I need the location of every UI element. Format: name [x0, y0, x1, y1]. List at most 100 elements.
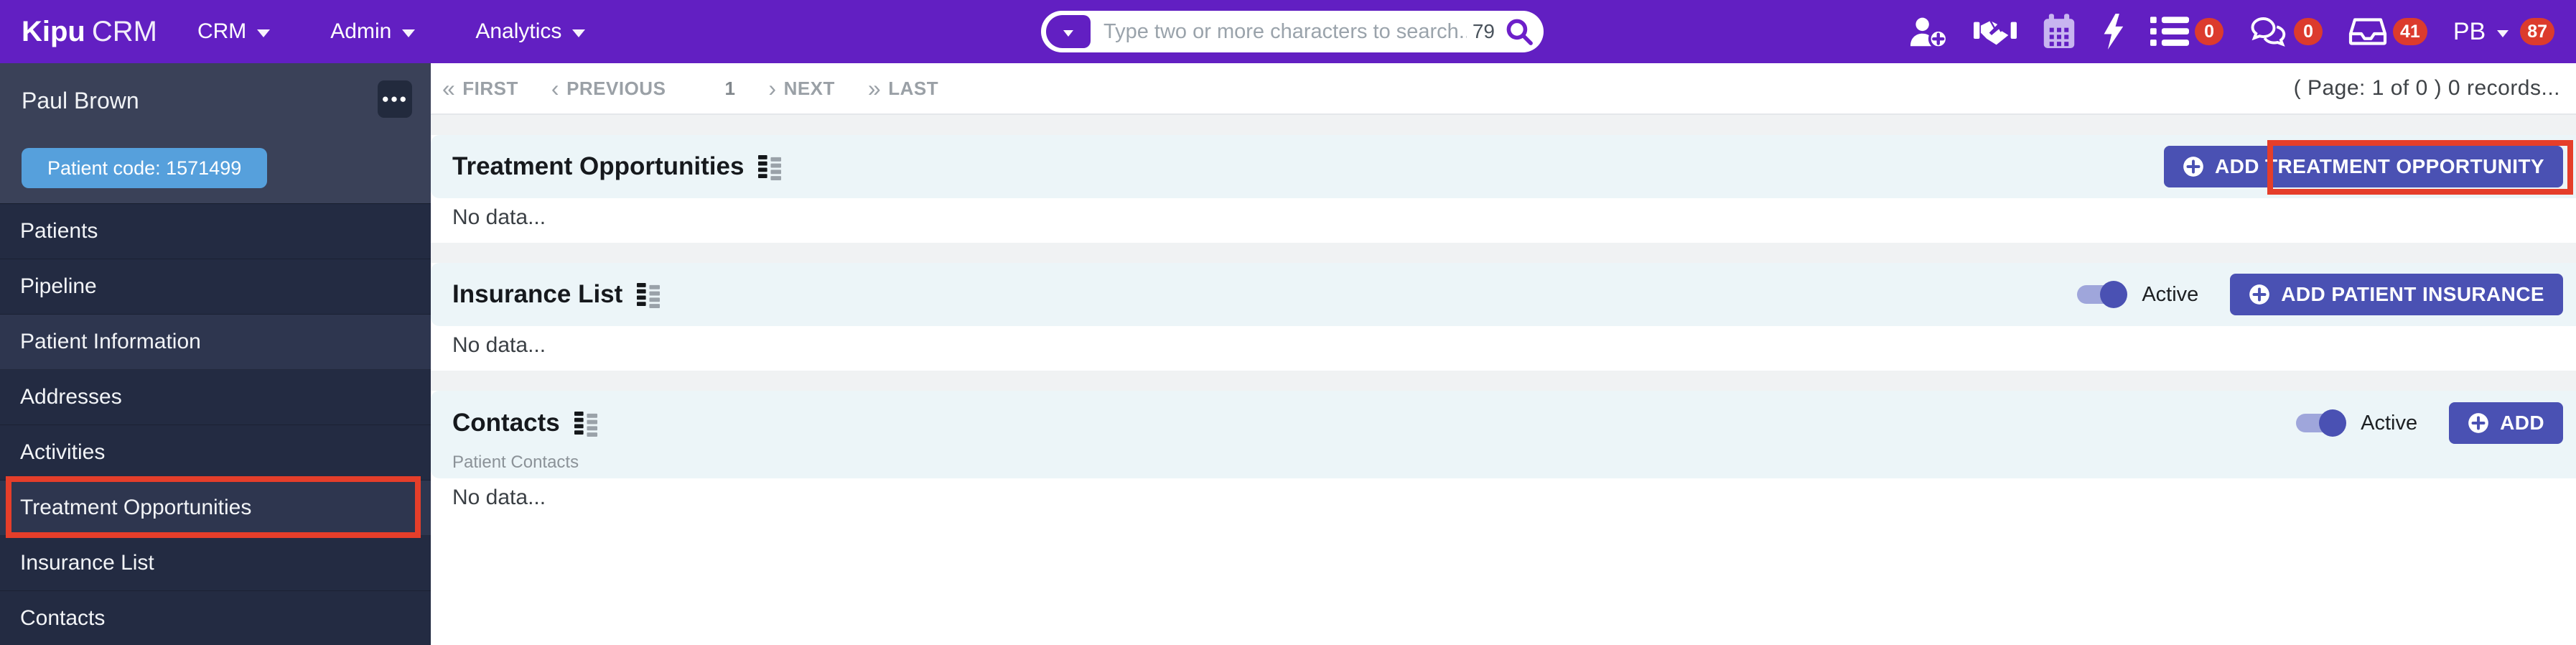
contacts-title: Contacts: [452, 409, 560, 437]
sidebar-item-addresses[interactable]: Addresses: [0, 370, 431, 425]
add-contact-label: ADD: [2500, 412, 2544, 434]
sidebar-item-insurance-list[interactable]: Insurance List: [0, 536, 431, 591]
plus-circle-icon: [2468, 412, 2489, 434]
column-list-icon[interactable]: [758, 154, 782, 180]
plus-circle-icon: [2249, 284, 2270, 305]
add-patient-insurance-label: ADD PATIENT INSURANCE: [2281, 283, 2544, 305]
pagination-last-button[interactable]: » LAST: [868, 75, 938, 102]
add-contact-button[interactable]: ADD: [2449, 402, 2563, 444]
contacts-header-row: Contacts Active ADD: [452, 402, 2563, 444]
section-title: Contacts: [452, 409, 598, 437]
patient-sidebar: Paul Brown ●●● Patient code: 1571499 Pat…: [0, 63, 431, 645]
insurance-list-header: Insurance List Active ADD PATIENT INSURA…: [431, 263, 2576, 326]
app-logo: Kipu CRM: [22, 16, 157, 48]
section-divider: [431, 115, 2576, 135]
inbox-button[interactable]: 41: [2348, 17, 2427, 47]
sidebar-item-activities[interactable]: Activities: [0, 425, 431, 481]
global-search: 79: [1041, 11, 1544, 52]
top-icon-row: 0 0 41 PB 87: [1908, 12, 2554, 51]
pagination-previous-button[interactable]: ‹ PREVIOUS: [551, 75, 666, 102]
insurance-list-title: Insurance List: [452, 280, 623, 308]
pagination-bar: « FIRST ‹ PREVIOUS 1 › NEXT » LAST ( Pag…: [431, 63, 2576, 115]
insurance-list-empty: No data...: [452, 333, 546, 357]
sidebar-item-pipeline[interactable]: Pipeline: [0, 259, 431, 315]
chevron-down-icon: [1063, 30, 1073, 37]
sidebar-item-patients[interactable]: Patients: [0, 204, 431, 259]
treatment-opportunities-title: Treatment Opportunities: [452, 152, 745, 180]
insurance-active-toggle[interactable]: [2077, 281, 2128, 308]
column-list-icon[interactable]: [637, 282, 661, 308]
toggle-knob: [2319, 409, 2347, 437]
chat-icon: [2249, 15, 2288, 48]
nav-crm-label: CRM: [197, 19, 247, 43]
chevron-down-icon: [572, 29, 586, 37]
handshake-button[interactable]: [1974, 17, 2017, 47]
pagination-page-number[interactable]: 1: [724, 78, 735, 100]
top-nav: CRM Admin Analytics: [197, 19, 586, 44]
contacts-header: Contacts Active ADD Patient Contacts: [431, 391, 2576, 478]
sidebar-item-patient-information[interactable]: Patient Information: [0, 315, 431, 370]
lightning-icon: [2101, 12, 2124, 51]
main-layout: Paul Brown ●●● Patient code: 1571499 Pat…: [0, 63, 2576, 645]
quick-actions-button[interactable]: [2101, 12, 2124, 51]
pagination-first-button[interactable]: « FIRST: [442, 75, 518, 102]
section-divider: [431, 371, 2576, 391]
pagination-first-label: FIRST: [462, 77, 518, 99]
tasks-button[interactable]: 0: [2150, 17, 2224, 47]
chevron-left-icon: ‹: [551, 75, 560, 101]
plus-circle-icon: [2183, 156, 2204, 177]
section-title: Insurance List: [452, 280, 661, 309]
user-notifications-badge: 87: [2520, 18, 2554, 45]
column-list-icon[interactable]: [574, 410, 598, 437]
search-input[interactable]: [1103, 19, 1467, 44]
search-category-dropdown[interactable]: [1046, 15, 1091, 48]
sidebar-item-treatment-opportunities[interactable]: Treatment Opportunities: [0, 481, 431, 536]
add-patient-insurance-button[interactable]: ADD PATIENT INSURANCE: [2230, 274, 2563, 315]
double-chevron-right-icon: »: [867, 75, 882, 101]
pagination-next-label: NEXT: [783, 77, 835, 99]
contacts-section: Contacts Active ADD Patient Contacts No …: [431, 391, 2576, 523]
header-actions: ADD TREATMENT OPPORTUNITY: [2163, 146, 2563, 187]
patient-summary: Paul Brown ●●● Patient code: 1571499: [0, 63, 431, 203]
treatment-opportunities-empty: No data...: [452, 205, 546, 229]
search-counter: 79: [1472, 20, 1495, 42]
handshake-icon: [1974, 17, 2017, 47]
pagination-summary: ( Page: 1 of 0 ) 0 records...: [2293, 76, 2560, 100]
contacts-subtitle: Patient Contacts: [452, 453, 579, 472]
logo-light: CRM: [91, 15, 157, 47]
tasks-badge: 0: [2195, 18, 2224, 45]
pagination-previous-label: PREVIOUS: [566, 77, 666, 99]
calendar-button[interactable]: [2043, 14, 2076, 50]
search-icon[interactable]: [1505, 17, 1534, 46]
nav-analytics[interactable]: Analytics: [475, 19, 586, 44]
pagination-next-button[interactable]: › NEXT: [768, 75, 835, 102]
contacts-empty: No data...: [452, 486, 546, 509]
nav-crm[interactable]: CRM: [197, 19, 271, 44]
patient-name: Paul Brown: [22, 88, 139, 113]
ellipsis-icon: ●●●: [381, 92, 409, 106]
sidebar-item-contacts[interactable]: Contacts: [0, 591, 431, 645]
add-person-icon: [1908, 14, 1949, 49]
insurance-list-section: Insurance List Active ADD PATIENT INSURA…: [431, 263, 2576, 371]
messages-button[interactable]: 0: [2249, 15, 2323, 48]
add-treatment-opportunity-button[interactable]: ADD TREATMENT OPPORTUNITY: [2163, 146, 2563, 187]
nav-admin-label: Admin: [330, 19, 392, 43]
patient-code-badge: Patient code: 1571499: [22, 148, 268, 188]
chevron-down-icon: [402, 29, 416, 37]
inbox-badge: 41: [2393, 18, 2427, 45]
nav-admin[interactable]: Admin: [330, 19, 416, 44]
logo-bold: Kipu: [22, 15, 85, 47]
tasks-list-icon: [2150, 17, 2190, 47]
header-actions: Active ADD PATIENT INSURANCE: [2077, 274, 2563, 315]
sidebar-nav: Patients Pipeline Patient Information Ad…: [0, 203, 431, 645]
messages-badge: 0: [2294, 18, 2323, 45]
section-title: Treatment Opportunities: [452, 152, 782, 181]
contacts-active-toggle[interactable]: [2296, 409, 2347, 437]
pagination-last-label: LAST: [888, 77, 939, 99]
inbox-icon: [2348, 17, 2387, 47]
header-actions: Active ADD: [2296, 402, 2563, 444]
treatment-opportunities-header: Treatment Opportunities ADD TREATMENT OP: [431, 135, 2576, 198]
add-person-button[interactable]: [1908, 14, 1949, 49]
more-options-button[interactable]: ●●●: [378, 80, 412, 118]
user-menu[interactable]: PB 87: [2453, 18, 2554, 46]
